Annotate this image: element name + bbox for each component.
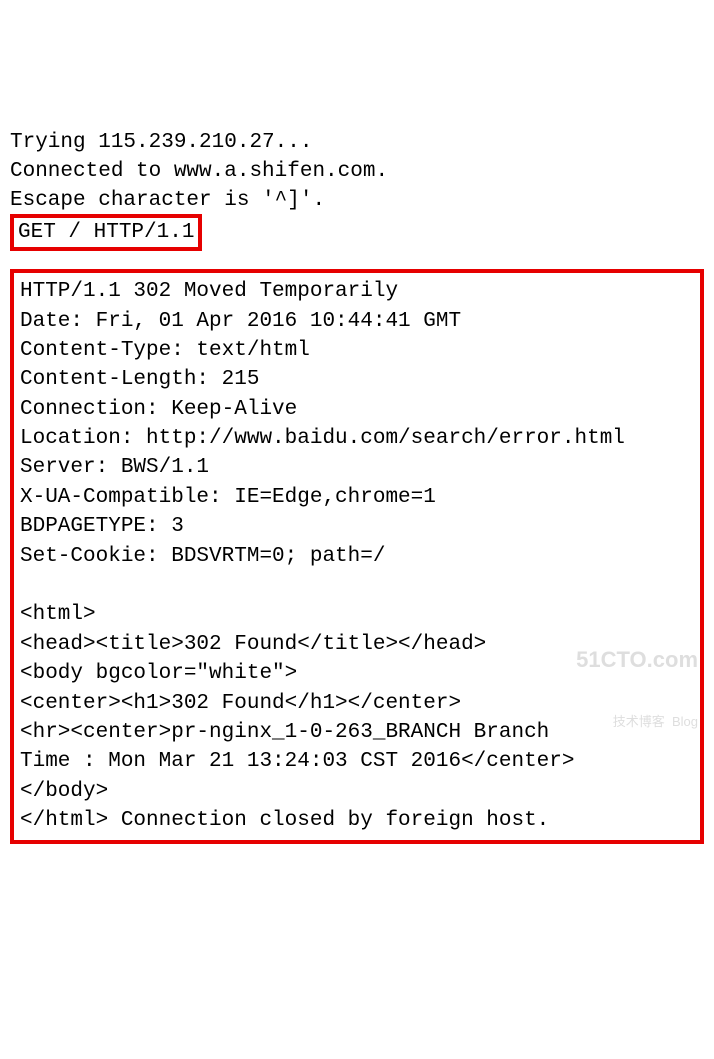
header-content-length: Content-Length: 215 xyxy=(20,368,259,391)
header-connection: Connection: Keep-Alive xyxy=(20,398,297,421)
header-location: Location: http://www.baidu.com/search/er… xyxy=(20,427,625,450)
status-line: HTTP/1.1 302 Moved Temporarily xyxy=(20,280,398,303)
body-line-2: <head><title>302 Found</title></head> xyxy=(20,633,486,656)
header-server: Server: BWS/1.1 xyxy=(20,456,209,479)
preamble-line-1: Trying 115.239.210.27... xyxy=(10,131,312,154)
header-xua: X-UA-Compatible: IE=Edge,chrome=1 xyxy=(20,486,436,509)
terminal-output: Trying 115.239.210.27... Connected to ww… xyxy=(10,128,704,844)
header-date: Date: Fri, 01 Apr 2016 10:44:41 GMT xyxy=(20,310,461,333)
body-line-4: <center><h1>302 Found</h1></center> xyxy=(20,692,461,715)
header-set-cookie: Set-Cookie: BDSVRTM=0; path=/ xyxy=(20,545,385,568)
body-line-5: <hr><center>pr-nginx_1-0-263_BRANCH Bran… xyxy=(20,721,549,744)
http-request-line: GET / HTTP/1.1 xyxy=(18,221,194,244)
body-line-8: </html> Connection closed by foreign hos… xyxy=(20,809,549,832)
header-bdpagetype: BDPAGETYPE: 3 xyxy=(20,515,184,538)
body-line-6: Time : Mon Mar 21 13:24:03 CST 2016</cen… xyxy=(20,750,575,773)
body-line-7: </body> xyxy=(20,780,108,803)
body-line-3: <body bgcolor="white"> xyxy=(20,662,297,685)
http-request-box: GET / HTTP/1.1 xyxy=(10,214,202,251)
header-content-type: Content-Type: text/html xyxy=(20,339,310,362)
preamble-line-3: Escape character is '^]'. xyxy=(10,189,325,212)
http-response-box: HTTP/1.1 302 Moved Temporarily Date: Fri… xyxy=(10,269,704,843)
preamble-line-2: Connected to www.a.shifen.com. xyxy=(10,160,388,183)
body-line-1: <html> xyxy=(20,603,96,626)
